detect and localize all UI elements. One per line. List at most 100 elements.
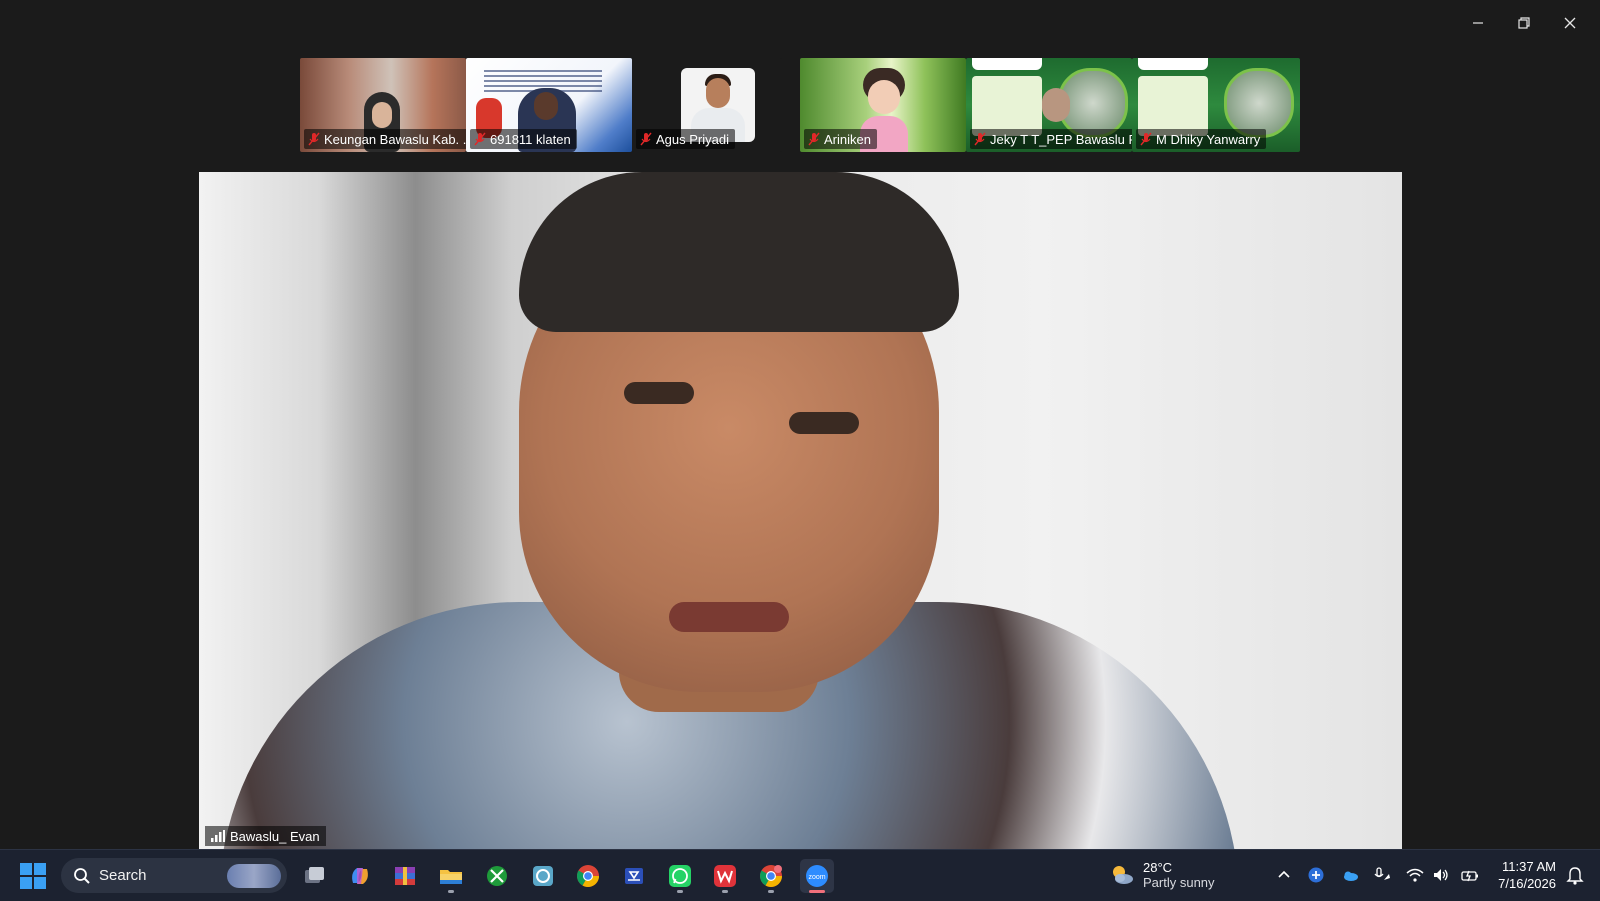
search-icon xyxy=(74,867,90,884)
weather-description: Partly sunny xyxy=(1143,875,1215,890)
speaker-hair xyxy=(519,172,959,332)
winrar-icon xyxy=(395,867,415,885)
taskbar-app-generic[interactable] xyxy=(526,859,560,893)
wifi-icon xyxy=(1406,868,1424,882)
zoom-meeting-window: Keungan Bawaslu Kab. ... 691811 klaten A xyxy=(0,0,1600,849)
participant-tile[interactable]: Keungan Bawaslu Kab. ... xyxy=(300,58,466,152)
clock-time: 11:37 AM xyxy=(1502,859,1556,874)
zoom-icon: zoom xyxy=(806,865,828,887)
pen-app-icon xyxy=(625,868,643,884)
app-icon xyxy=(533,866,553,886)
participant-name: Agus Priyadi xyxy=(656,131,729,147)
banner-header xyxy=(1138,58,1208,70)
participant-name: Ariniken xyxy=(824,131,871,147)
restore-button[interactable] xyxy=(1504,8,1544,38)
speaker-mouth xyxy=(669,602,789,632)
speaker-name-tag: Bawaslu_ Evan xyxy=(205,826,326,846)
windows-start-icon[interactable] xyxy=(20,863,46,889)
mic-muted-icon xyxy=(308,132,320,146)
participant-face xyxy=(1042,88,1070,122)
active-indicator xyxy=(809,890,825,893)
folder-icon xyxy=(440,870,462,884)
taskbar-app-xbox[interactable] xyxy=(480,859,514,893)
running-indicator xyxy=(722,890,728,893)
taskbar-app-winrar[interactable] xyxy=(388,859,422,893)
battery-charging-icon xyxy=(1461,870,1478,882)
close-button[interactable] xyxy=(1550,8,1590,38)
taskbar-app-whatsapp[interactable] xyxy=(663,859,697,893)
close-icon xyxy=(1564,17,1576,29)
banner-header xyxy=(972,58,1042,70)
active-speaker-video[interactable]: Bawaslu_ Evan xyxy=(199,172,1402,849)
wps-icon xyxy=(714,865,736,887)
battery-button[interactable] xyxy=(1460,864,1480,886)
participant-name-tag: Ariniken xyxy=(804,129,877,149)
taskbar-app-copilot[interactable] xyxy=(343,859,377,893)
mic-muted-icon xyxy=(974,132,986,146)
running-indicator xyxy=(448,890,454,893)
participant-face xyxy=(372,102,392,128)
chrome-icon xyxy=(577,865,599,887)
window-controls xyxy=(1458,8,1590,38)
participant-name-tag: 691811 klaten xyxy=(470,129,577,149)
participant-tile[interactable]: Agus Priyadi xyxy=(632,58,782,152)
restore-icon xyxy=(1518,17,1530,29)
tray-app-button[interactable] xyxy=(1306,864,1326,886)
mic-muted-icon xyxy=(808,132,820,146)
copilot-icon xyxy=(352,868,368,884)
svg-text:zoom: zoom xyxy=(808,874,825,881)
participant-name-tag: M Dhiky Yanwarry xyxy=(1136,129,1267,149)
notification-bell-icon[interactable] xyxy=(1566,865,1584,885)
taskbar-app-file-explorer[interactable] xyxy=(434,859,468,893)
running-indicator xyxy=(677,890,683,893)
mic-muted-icon xyxy=(640,132,652,146)
speaker-eye-left xyxy=(624,382,694,404)
taskbar-search[interactable]: Search xyxy=(61,858,287,893)
xbox-icon xyxy=(487,866,507,886)
signal-strength-icon xyxy=(211,830,225,842)
taskbar-clock[interactable]: 11:37 AM 7/16/2026 xyxy=(1498,858,1556,892)
wifi-button[interactable] xyxy=(1405,864,1425,886)
participant-name: Jeky T T_PEP Bawaslu RI xyxy=(990,131,1132,147)
search-highlight-image xyxy=(227,864,281,888)
taskbar-app-chrome[interactable] xyxy=(571,859,605,893)
taskbar-app-chrome-profile[interactable] xyxy=(754,859,788,893)
participant-name-tag: Agus Priyadi xyxy=(636,129,735,149)
clock-date: 7/16/2026 xyxy=(1498,876,1556,891)
participant-tile[interactable]: Ariniken xyxy=(800,58,966,152)
participant-tile[interactable]: M Dhiky Yanwarry xyxy=(1132,58,1300,152)
chevron-up-icon xyxy=(1278,870,1290,878)
microphone-location-icon xyxy=(1374,867,1390,880)
mic-muted-icon xyxy=(474,132,486,146)
whatsapp-icon xyxy=(669,865,691,887)
speaker-name: Bawaslu_ Evan xyxy=(230,828,320,844)
microphone-in-use-button[interactable] xyxy=(1372,864,1392,886)
participant-tile[interactable]: Jeky T T_PEP Bawaslu RI xyxy=(966,58,1132,152)
minimize-button[interactable] xyxy=(1458,8,1498,38)
weather-widget[interactable]: 28°C Partly sunny xyxy=(1109,860,1215,890)
running-indicator xyxy=(768,890,774,893)
taskbar-app-task-view[interactable] xyxy=(297,859,331,893)
taskbar: Search zoom 28°C Partly sunny 11:37 AM 7… xyxy=(0,849,1600,901)
weather-text: 28°C Partly sunny xyxy=(1143,860,1215,890)
onedrive-button[interactable] xyxy=(1340,864,1360,886)
participant-face xyxy=(534,92,558,120)
participant-name-tag: Keungan Bawaslu Kab. ... xyxy=(304,129,466,149)
weather-temperature: 28°C xyxy=(1143,860,1173,875)
taskbar-app-zoom[interactable]: zoom xyxy=(800,859,834,893)
taskbar-app-pen[interactable] xyxy=(617,859,651,893)
volume-button[interactable] xyxy=(1431,864,1451,886)
search-label: Search xyxy=(99,867,147,884)
participant-tile[interactable]: 691811 klaten xyxy=(466,58,632,152)
participant-face xyxy=(706,78,730,108)
banner-logo-panel xyxy=(1138,76,1208,136)
banner-circle-photo xyxy=(1224,68,1294,138)
task-view-icon xyxy=(305,867,324,883)
show-hidden-icons-button[interactable] xyxy=(1274,864,1294,886)
banner-logo-panel xyxy=(972,76,1042,136)
taskbar-app-wps-office[interactable] xyxy=(708,859,742,893)
participant-name: M Dhiky Yanwarry xyxy=(1156,131,1261,147)
speaker-eye-right xyxy=(789,412,859,434)
speaker-volume-icon xyxy=(1434,869,1448,881)
avatar-face xyxy=(868,80,900,114)
